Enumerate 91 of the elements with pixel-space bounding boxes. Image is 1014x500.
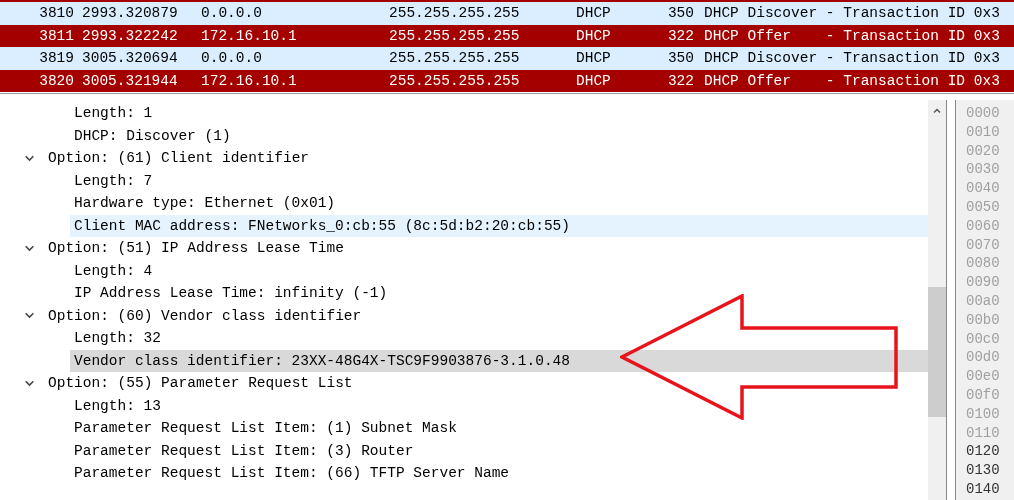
tree-item-label: Length: 1 [74,105,153,122]
packet-source: 0.0.0.0 [201,5,263,22]
hex-offset: 0130 [966,461,1001,480]
packet-time: 2993.320879 [82,5,179,22]
scrollbar-thumb[interactable] [928,287,946,417]
tree-item[interactable]: Parameter Request List Item: (1) Subnet Mask [0,417,928,440]
scroll-up-icon[interactable] [932,106,942,116]
scrollbar[interactable] [928,100,947,500]
packet-info: DHCP Offer - Transaction ID 0x3 [704,72,1000,89]
packet-protocol: DHCP [576,5,612,22]
tree-item-label: Client MAC address: FNetworks_0:cb:55 (8c:5d:b2:20:cb:55) [74,217,570,234]
tree-item[interactable]: Option: (55) Parameter Request List [0,372,928,395]
packet-number: 3810 [38,5,74,22]
tree-item[interactable]: Option: (60) Vendor class identifier [0,304,928,327]
tree-item[interactable]: Client MAC address: FNetworks_0:cb:55 (8c:5d:b2:20:cb:55) [70,214,928,237]
packet-info: DHCP Discover - Transaction ID 0x3 [704,5,1000,22]
packet-info: DHCP Offer - Transaction ID 0x3 [704,27,1000,44]
packet-source: 172.16.10.1 [201,27,298,44]
packet-protocol: DHCP [576,27,612,44]
packet-number: 3811 [38,27,74,44]
hex-offset: 0120 [966,442,1001,462]
tree-item[interactable]: Length: 32 [0,327,928,350]
hex-offset: 0000 [966,104,1001,123]
hex-offset: 0100 [966,404,1001,424]
packet-number: 3820 [38,72,74,89]
tree-item[interactable]: Length: 7 [0,169,928,192]
hex-offset: 0110 [966,423,1001,443]
packet-length: 350 [666,5,694,22]
arrow-icon [620,294,900,420]
hex-offset: 0040 [966,179,1001,198]
tree-item[interactable]: Length: 1 [0,102,928,125]
hex-offset: 00c0 [966,329,1001,349]
packet-source: 172.16.10.1 [201,72,298,89]
tree-item-label: Vendor class identifier: 23XX-48G4X-TSC9F9903876-3.1.0.48 [74,352,570,369]
tree-item-label: Parameter Request List Item: (3) Router [74,442,414,459]
packet-info: DHCP Discover - Transaction ID 0x3 [704,50,1000,67]
tree-item[interactable]: Hardware type: Ethernet (0x01) [0,192,928,215]
hex-offset: 0030 [966,160,1001,180]
hex-offset: 0020 [966,141,1001,161]
tree-item-label: Length: 7 [74,172,153,189]
tree-item-label: Length: 32 [74,330,161,347]
hex-offset: 0050 [966,198,1001,217]
packet-destination: 255.255.255.255 [389,50,521,67]
tree-item[interactable]: Parameter Request List Item: (3) Router [0,439,928,462]
hex-offset: 0060 [966,216,1001,236]
packet-row[interactable]: 3811 2993.322242 172.16.10.1 255.255.255.255 DHCP 322 DHCP Offer - Transaction ID 0x3 [0,24,1014,47]
tree-item-label: Hardware type: Ethernet (0x01) [74,195,336,212]
tree-item[interactable]: Length: 13 [0,394,928,417]
tree-item-label: Length: 13 [74,397,161,414]
hex-offset: 0010 [966,122,1001,142]
tree-item-label: Parameter Request List Item: (1) Subnet Mask [74,420,457,437]
tree-item[interactable]: Length: 4 [0,259,928,282]
tree-item-label: Option: (55) Parameter Request List [48,375,353,392]
tree-item-label: Length: 4 [74,262,153,279]
packet-time: 3005.321944 [82,72,179,89]
hex-offset: 00b0 [966,310,1001,330]
packet-number: 3819 [38,50,74,67]
tree-item[interactable]: Option: (61) Client identifier [0,147,928,170]
tree-item-label: Option: (61) Client identifier [48,150,310,167]
tree-item[interactable]: Vendor class identifier: 23XX-48G4X-TSC9F9903876-3.1.0.48 [70,349,928,372]
tree-item-label: Parameter Request List Item: (66) TFTP Server Name [74,465,510,482]
hex-offset: 00d0 [966,348,1001,368]
packet-protocol: DHCP [576,50,612,67]
tree-item[interactable]: DHCP: Discover (1) [0,124,928,147]
packet-row[interactable]: 3810 2993.320879 0.0.0.0 255.255.255.255 DHCP 350 DHCP Discover - Transaction ID 0x3 [0,2,1014,25]
packet-length: 322 [666,72,694,89]
packet-destination: 255.255.255.255 [389,72,521,89]
hex-offset: 0140 [966,479,1001,499]
packet-length: 350 [666,50,694,67]
hex-offset: 00f0 [966,385,1001,405]
tree-item[interactable]: IP Address Lease Time: infinity (-1) [0,282,928,305]
tree-item-label: Option: (60) Vendor class identifier [48,307,362,324]
tree-item[interactable]: Option: (51) IP Address Lease Time [0,237,928,260]
hex-offset: 0090 [966,273,1001,292]
packet-source: 0.0.0.0 [201,50,263,67]
packet-destination: 255.255.255.255 [389,27,521,44]
packet-time: 3005.320694 [82,50,179,67]
hex-offset: 0080 [966,254,1001,274]
tree-item-label: Option: (51) IP Address Lease Time [48,240,344,257]
hex-offset: 00a0 [966,291,1001,311]
packet-time: 2993.322242 [82,27,179,44]
hex-offset: 00e0 [966,367,1001,386]
packet-row[interactable]: 3819 3005.320694 0.0.0.0 255.255.255.255 DHCP 350 DHCP Discover - Transaction ID 0x3 [0,47,1014,70]
tree-item-label: DHCP: Discover (1) [74,127,231,144]
packet-destination: 255.255.255.255 [389,5,521,22]
hex-offset: 0070 [966,235,1001,255]
packet-row[interactable]: 3820 3005.321944 172.16.10.1 255.255.255.255 DHCP 322 DHCP Offer - Transaction ID 0x3 [0,69,1014,92]
packet-length: 322 [666,27,694,44]
packet-protocol: DHCP [576,72,612,89]
tree-item-label: IP Address Lease Time: infinity (-1) [74,285,388,302]
tree-item[interactable]: Parameter Request List Item: (66) TFTP Server Name [0,462,928,485]
